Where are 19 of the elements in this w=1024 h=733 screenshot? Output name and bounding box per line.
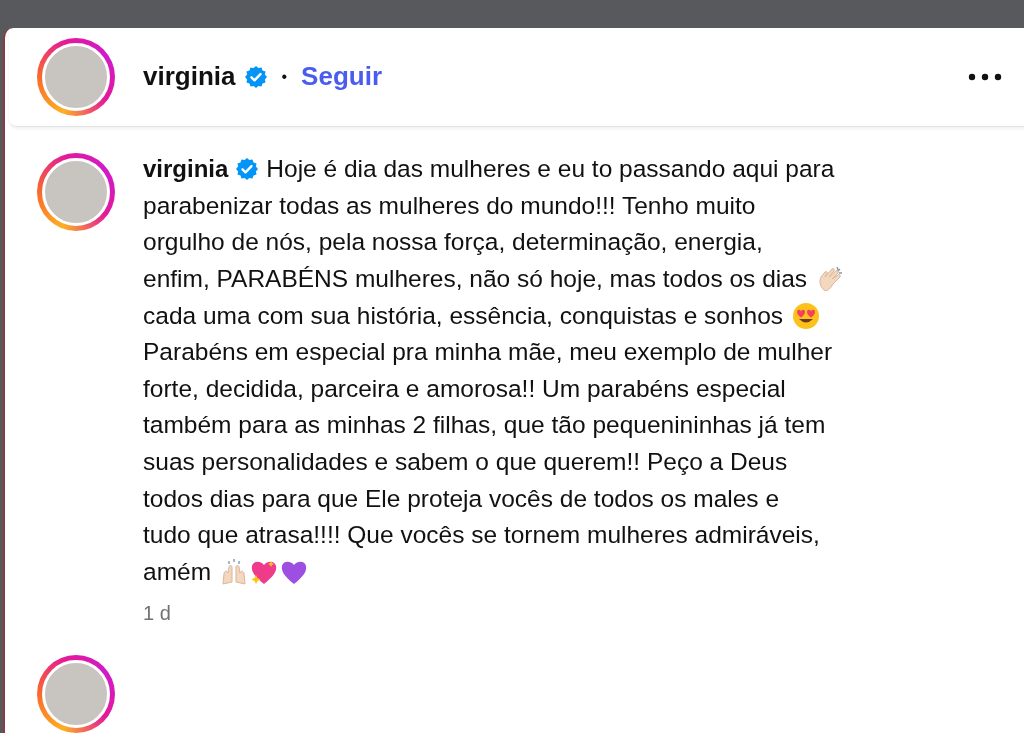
caption-line: tudo que atrasa!!!! Que vocês se tornem mulheres admiráveis, (143, 520, 820, 551)
caption-line: também para as minhas 2 filhas, que tão pequenininhas já tem (143, 410, 826, 441)
caption-line: parabenizar todas as mulheres do mundo!!! Tenho muito (143, 190, 756, 221)
separator-dot: • (281, 67, 288, 86)
caption-line: enfim, PARABÉNS mulheres, não só hoje, mas todos os dias (143, 263, 808, 294)
caption-line: Parabéns em especial pra minha mãe, meu exemplo de mulher (143, 337, 833, 368)
username[interactable]: virginia (143, 61, 236, 93)
caption-line: orgulho de nós, pela nossa força, determinação, energia, (143, 227, 763, 258)
follow-button[interactable]: Seguir (301, 61, 382, 93)
timestamp: 1 d (143, 602, 171, 625)
heart-eyes-face-icon (791, 300, 822, 331)
caption-line: todos dias para que Ele proteja vocês de todos os males e (143, 483, 780, 514)
caption-line: suas personalidades e sabem o que querem!! Peço a Deus (143, 446, 788, 477)
caption-line: cada uma com sua história, essência, conquistas e sonhos (143, 300, 784, 331)
more-options-icon (968, 72, 1002, 81)
caption-line: forte, decidida, parceira e amorosa!! Um parabéns especial (143, 373, 786, 404)
caption-line: Hoje é dia das mulheres e eu to passando aqui para (266, 154, 835, 185)
username[interactable]: virginia (143, 154, 229, 185)
caption-line: amém (143, 556, 212, 587)
